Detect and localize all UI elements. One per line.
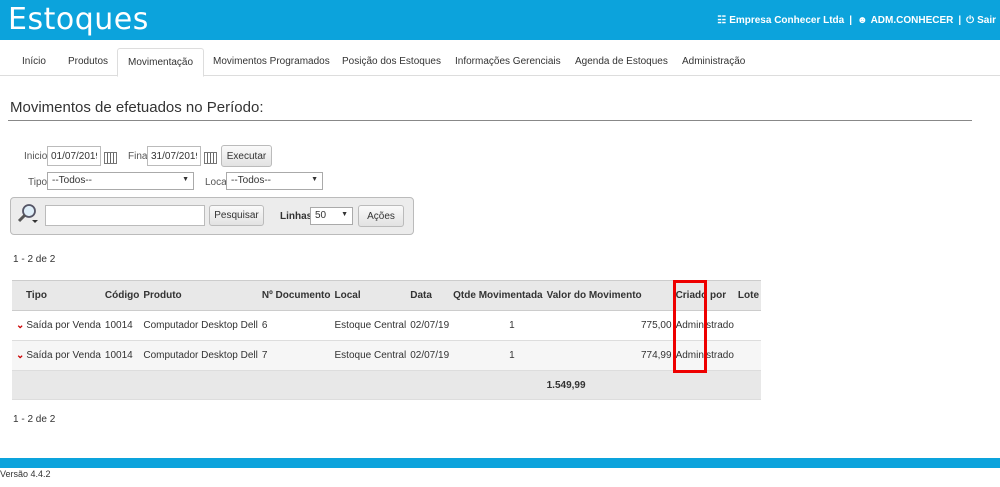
start-calendar-icon[interactable] bbox=[104, 152, 117, 164]
power-icon: ⏻ bbox=[966, 15, 975, 26]
col-produto[interactable]: Produto bbox=[141, 280, 260, 311]
user-link[interactable]: ADM.CONHECER bbox=[871, 15, 954, 26]
pagination-top: 1 - 2 de 2 bbox=[13, 254, 56, 265]
chevron-down-icon: ▼ bbox=[311, 176, 318, 183]
cell-codigo: 10014 bbox=[102, 340, 142, 371]
chevron-down-icon: ▼ bbox=[182, 176, 189, 183]
tab-movimentacao[interactable]: Movimentação bbox=[117, 48, 205, 77]
lines-label: Linhas bbox=[280, 211, 313, 222]
lines-select-value: 50 bbox=[315, 210, 327, 221]
col-data[interactable]: Data bbox=[408, 280, 452, 311]
cell-valor: 774,99 bbox=[544, 340, 674, 371]
tab-agenda-estoques[interactable]: Agenda de Estoques bbox=[565, 48, 678, 76]
cell-local: Estoque Central bbox=[332, 340, 409, 371]
cell-lote bbox=[735, 310, 762, 341]
execute-button[interactable]: Executar bbox=[221, 145, 272, 167]
table-header-row: Tipo Código Produto Nº Documento Local D… bbox=[12, 280, 762, 311]
col-local[interactable]: Local bbox=[332, 280, 409, 311]
type-label: Tipo bbox=[28, 177, 48, 188]
logout-link[interactable]: Sair bbox=[977, 15, 996, 26]
tab-movimentos-programados[interactable]: Movimentos Programados bbox=[203, 48, 340, 76]
lote-column-highlight bbox=[673, 280, 707, 373]
tab-inicio[interactable]: Início bbox=[12, 48, 56, 76]
cell-data: 02/07/19 bbox=[408, 340, 452, 371]
chevron-down-icon[interactable]: ⌄ bbox=[16, 320, 24, 331]
total-valor: 1.549,99 bbox=[544, 370, 674, 400]
tab-produtos[interactable]: Produtos bbox=[58, 48, 118, 76]
local-select-value: --Todos-- bbox=[231, 175, 272, 186]
main-nav: Início Produtos Movimentação Movimentos … bbox=[0, 40, 1000, 77]
cell-codigo: 10014 bbox=[102, 310, 142, 341]
version-label: Versão 4.4.2 bbox=[0, 469, 51, 479]
cell-produto: Computador Desktop Dell bbox=[141, 310, 260, 341]
table-row[interactable]: ⌄ Saída por Venda 10014 Computador Deskto… bbox=[12, 310, 762, 341]
table-total-row: 1.549,99 bbox=[12, 370, 762, 400]
cell-documento: 6 bbox=[259, 310, 333, 341]
chevron-down-icon[interactable]: ⌄ bbox=[16, 350, 24, 361]
tab-administracao[interactable]: Administração bbox=[672, 48, 755, 76]
movements-table: Tipo Código Produto Nº Documento Local D… bbox=[12, 280, 762, 400]
start-date-label: Inicio bbox=[24, 151, 48, 162]
search-input[interactable] bbox=[45, 205, 205, 226]
col-qtde[interactable]: Qtde Movimentada bbox=[451, 280, 545, 311]
cell-qtde: 1 bbox=[451, 340, 545, 371]
actions-button[interactable]: Ações bbox=[358, 205, 404, 227]
cell-lote bbox=[735, 340, 762, 371]
cell-valor: 775,00 bbox=[544, 310, 674, 341]
cell-qtde: 1 bbox=[451, 310, 545, 341]
footer-bar bbox=[0, 458, 1000, 468]
chevron-down-icon: ▼ bbox=[341, 211, 348, 218]
search-panel: Pesquisar Linhas 50 ▼ Ações bbox=[10, 197, 414, 235]
col-lote[interactable]: Lote bbox=[735, 280, 762, 311]
header-user-area: ☷ Empresa Conhecer Ltda | ☻ ADM.CONHECER… bbox=[717, 15, 996, 26]
local-select[interactable]: --Todos-- ▼ bbox=[226, 172, 323, 190]
col-valor[interactable]: Valor do Movimento bbox=[544, 280, 674, 311]
cell-local: Estoque Central bbox=[332, 310, 409, 341]
company-icon: ☷ bbox=[717, 15, 727, 26]
pagination-bottom: 1 - 2 de 2 bbox=[13, 414, 56, 425]
page-title: Movimentos de efetuados no Período: bbox=[10, 99, 264, 116]
cell-tipo: Saída por Venda bbox=[26, 320, 101, 331]
cell-produto: Computador Desktop Dell bbox=[141, 340, 260, 371]
col-codigo[interactable]: Código bbox=[102, 280, 142, 311]
end-calendar-icon[interactable] bbox=[204, 152, 217, 164]
type-select[interactable]: --Todos-- ▼ bbox=[47, 172, 194, 190]
col-tipo[interactable]: Tipo bbox=[12, 280, 103, 311]
search-button[interactable]: Pesquisar bbox=[209, 205, 264, 226]
table-row[interactable]: ⌄ Saída por Venda 10014 Computador Deskto… bbox=[12, 340, 762, 371]
app-title: Estoques bbox=[8, 2, 149, 37]
lines-select[interactable]: 50 ▼ bbox=[310, 207, 353, 225]
type-select-value: --Todos-- bbox=[52, 175, 93, 186]
cell-tipo: Saída por Venda bbox=[26, 350, 101, 361]
magnifier-icon bbox=[17, 204, 38, 223]
col-documento[interactable]: Nº Documento bbox=[259, 280, 333, 311]
company-link[interactable]: Empresa Conhecer Ltda bbox=[729, 15, 844, 26]
end-date-input[interactable] bbox=[147, 146, 201, 166]
tab-posicao-estoques[interactable]: Posição dos Estoques bbox=[332, 48, 451, 76]
title-divider bbox=[8, 120, 972, 121]
tab-informacoes-gerenciais[interactable]: Informações Gerenciais bbox=[445, 48, 571, 76]
cell-data: 02/07/19 bbox=[408, 310, 452, 341]
user-icon: ☻ bbox=[857, 15, 868, 26]
start-date-input[interactable] bbox=[47, 146, 101, 166]
app-header: Estoques ☷ Empresa Conhecer Ltda | ☻ ADM… bbox=[0, 0, 1000, 40]
cell-documento: 7 bbox=[259, 340, 333, 371]
